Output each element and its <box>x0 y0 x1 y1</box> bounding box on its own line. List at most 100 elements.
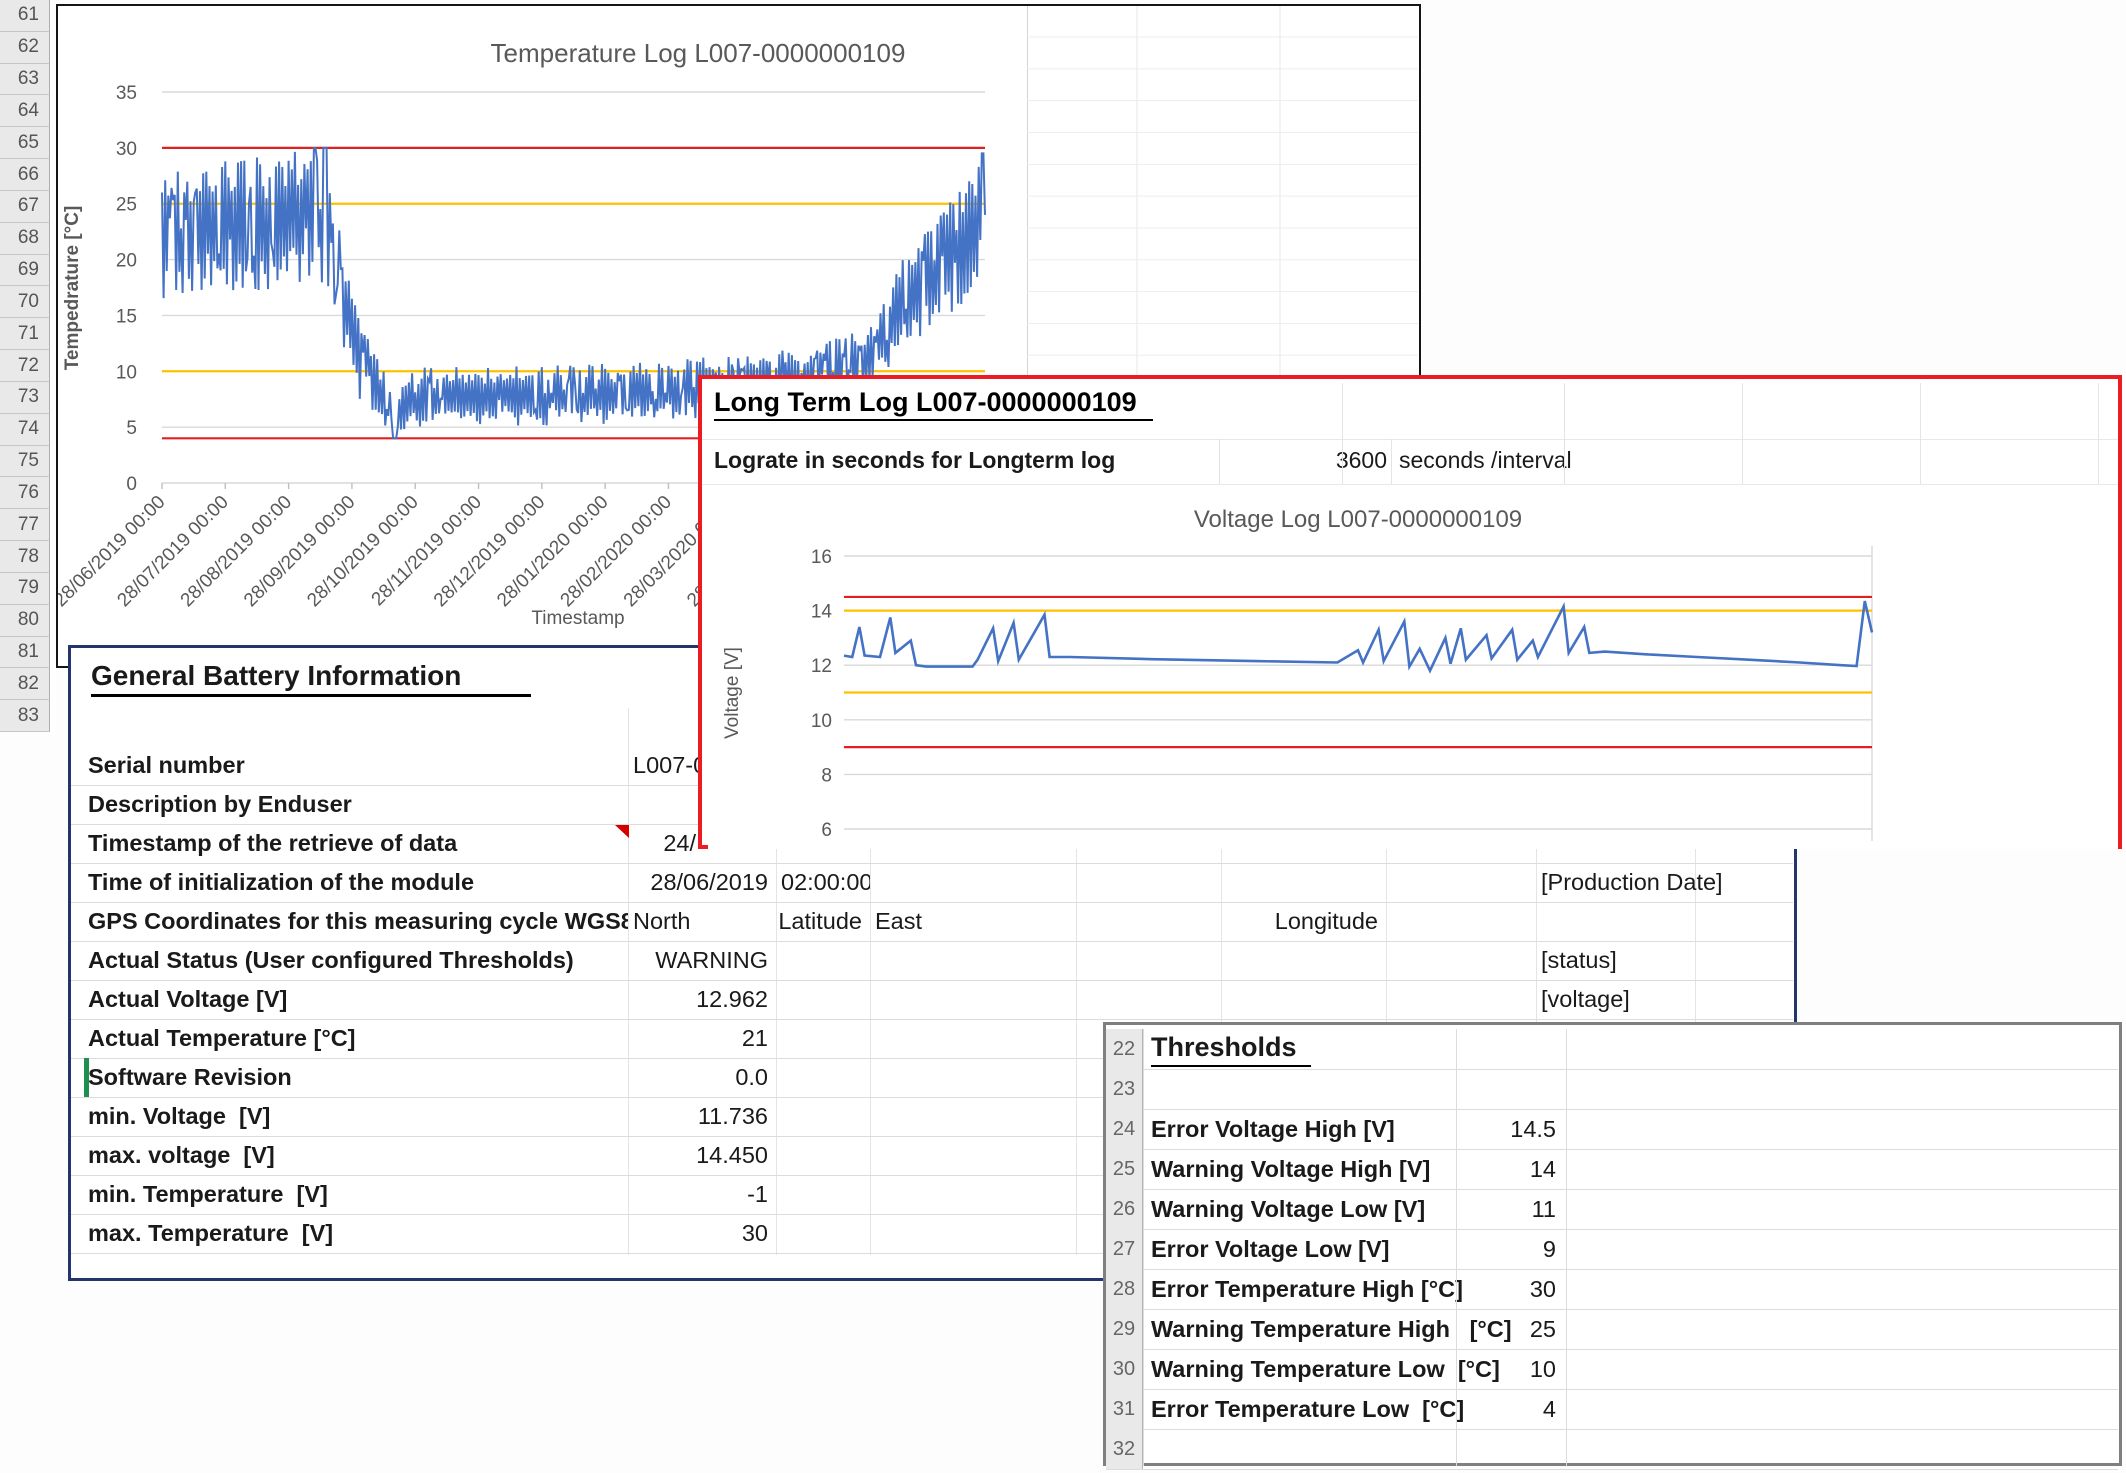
row-header-30[interactable]: 30 <box>1106 1349 1143 1389</box>
threshold-value[interactable]: 30 <box>1456 1269 1556 1309</box>
threshold-value[interactable]: 14 <box>1456 1149 1556 1189</box>
threshold-value[interactable]: 14.5 <box>1456 1109 1556 1149</box>
threshold-value[interactable]: 4 <box>1456 1389 1556 1429</box>
comment-indicator[interactable] <box>615 825 629 838</box>
battery-info-value[interactable]: 02:00:00 <box>776 863 870 902</box>
battery-info-value[interactable]: 24/ <box>628 824 704 863</box>
battery-info-value[interactable]: [status] <box>1536 941 1798 980</box>
row-header-62[interactable]: 62 <box>0 32 50 64</box>
battery-info-label[interactable]: Actual Voltage [V] <box>88 980 628 1019</box>
battery-info-label[interactable]: Time of initialization of the module <box>88 863 628 902</box>
row-header-28[interactable]: 28 <box>1106 1269 1143 1309</box>
battery-info-value[interactable]: [Production Date] <box>1536 863 1798 902</box>
threshold-value[interactable] <box>1456 1429 1556 1469</box>
row-header-69[interactable]: 69 <box>0 255 50 287</box>
battery-info-label[interactable]: Serial number <box>88 746 628 785</box>
battery-info-label[interactable]: Description by Enduser <box>88 785 628 824</box>
row-header-83[interactable]: 83 <box>0 700 50 732</box>
cell-gridline <box>1742 383 1743 484</box>
thresholds-title[interactable]: Thresholds <box>1151 1029 1451 1069</box>
row-header-22[interactable]: 22 <box>1106 1029 1143 1069</box>
battery-info-value[interactable]: 11.736 <box>628 1097 776 1136</box>
battery-info-value[interactable]: 14.450 <box>628 1136 776 1175</box>
threshold-label[interactable]: Error Temperature High [°C] <box>1151 1269 1451 1309</box>
battery-info-value[interactable]: Longitude <box>1221 902 1386 941</box>
battery-info-label[interactable]: min. Temperature [V] <box>88 1175 628 1214</box>
row-header-70[interactable]: 70 <box>0 286 50 318</box>
threshold-label[interactable]: Error Voltage High [V] <box>1151 1109 1451 1149</box>
battery-info-value[interactable]: East <box>870 902 1076 941</box>
battery-info-label[interactable]: GPS Coordinates for this measuring cycle… <box>88 902 628 941</box>
row-header-73[interactable]: 73 <box>0 382 50 414</box>
threshold-value[interactable] <box>1456 1069 1556 1109</box>
row-header-68[interactable]: 68 <box>0 223 50 255</box>
battery-info-label[interactable]: min. Voltage [V] <box>88 1097 628 1136</box>
row-header-79[interactable]: 79 <box>0 573 50 605</box>
battery-info-value[interactable]: 30 <box>628 1214 776 1253</box>
battery-info-label[interactable]: Actual Status (User configured Threshold… <box>88 941 628 980</box>
threshold-label[interactable]: Error Temperature Low [°C] <box>1151 1389 1451 1429</box>
row-header-23[interactable]: 23 <box>1106 1069 1143 1109</box>
long-term-log-title[interactable]: Long Term Log L007-0000000109 <box>714 387 1153 418</box>
threshold-value[interactable]: 9 <box>1456 1229 1556 1269</box>
row-header-80[interactable]: 80 <box>0 605 50 637</box>
row-header-65[interactable]: 65 <box>0 127 50 159</box>
row-header-61[interactable]: 61 <box>0 0 50 32</box>
row-header-72[interactable]: 72 <box>0 350 50 382</box>
cell-gridline <box>1219 439 1220 484</box>
threshold-label[interactable]: Warning Voltage Low [V] <box>1151 1189 1451 1229</box>
row-header-82[interactable]: 82 <box>0 668 50 700</box>
lograte-label-cell[interactable]: Lograte in seconds for Longterm log <box>714 447 1115 474</box>
row-header-63[interactable]: 63 <box>0 64 50 96</box>
row-header-24[interactable]: 24 <box>1106 1109 1143 1149</box>
row-header-32[interactable]: 32 <box>1106 1429 1143 1469</box>
row-header-64[interactable]: 64 <box>0 95 50 127</box>
threshold-value[interactable]: 10 <box>1456 1349 1556 1389</box>
battery-info-value[interactable]: 21 <box>628 1019 776 1058</box>
row-header-27[interactable]: 27 <box>1106 1229 1143 1269</box>
threshold-value[interactable]: 11 <box>1456 1189 1556 1229</box>
battery-info-label[interactable]: max. voltage [V] <box>88 1136 628 1175</box>
svg-text:28/09/2019 00:00: 28/09/2019 00:00 <box>240 492 359 611</box>
battery-info-label[interactable]: Software Revision <box>88 1058 628 1097</box>
lograte-unit-cell[interactable]: seconds /interval <box>1399 447 1572 474</box>
voltage-chart[interactable]: 6810121416Voltage [V]Voltage Log L007-00… <box>708 489 2118 849</box>
threshold-label[interactable] <box>1151 1429 1451 1469</box>
cell-gridline <box>1920 383 1921 484</box>
threshold-label[interactable]: Error Voltage Low [V] <box>1151 1229 1451 1269</box>
battery-info-value[interactable]: -1 <box>628 1175 776 1214</box>
row-header-78[interactable]: 78 <box>0 541 50 573</box>
battery-info-value[interactable]: WARNING <box>628 941 776 980</box>
thresholds-row: 24Error Voltage High [V]14.5 <box>1106 1109 2118 1150</box>
cell-gridline <box>1566 1029 1567 1466</box>
battery-info-label[interactable]: Timestamp of the retrieve of data <box>88 824 628 863</box>
threshold-label[interactable]: Warning Temperature Low [°C] <box>1151 1349 1451 1389</box>
battery-info-value[interactable]: 0.0 <box>628 1058 776 1097</box>
row-header-76[interactable]: 76 <box>0 477 50 509</box>
row-header-67[interactable]: 67 <box>0 191 50 223</box>
threshold-label[interactable] <box>1151 1069 1451 1109</box>
battery-info-title[interactable]: General Battery Information <box>91 660 531 692</box>
battery-info-value[interactable]: [voltage] <box>1536 980 1798 1019</box>
row-header-66[interactable]: 66 <box>0 159 50 191</box>
battery-info-label[interactable]: Actual Temperature [°C] <box>88 1019 628 1058</box>
row-header-75[interactable]: 75 <box>0 446 50 478</box>
battery-info-value[interactable]: 28/06/2019 <box>628 863 776 902</box>
battery-info-label[interactable]: max. Temperature [V] <box>88 1214 628 1253</box>
row-header-31[interactable]: 31 <box>1106 1389 1143 1429</box>
row-header-81[interactable]: 81 <box>0 637 50 669</box>
battery-info-value[interactable]: 12.962 <box>628 980 776 1019</box>
row-header-26[interactable]: 26 <box>1106 1189 1143 1229</box>
row-header-29[interactable]: 29 <box>1106 1309 1143 1349</box>
threshold-value[interactable]: 25 <box>1456 1309 1556 1349</box>
row-header-25[interactable]: 25 <box>1106 1149 1143 1189</box>
battery-info-value[interactable]: North <box>628 902 776 941</box>
threshold-label[interactable]: Warning Temperature High [°C] <box>1151 1309 1451 1349</box>
battery-info-value[interactable]: Latitude <box>776 902 870 941</box>
row-header-71[interactable]: 71 <box>0 318 50 350</box>
row-header-77[interactable]: 77 <box>0 509 50 541</box>
threshold-label[interactable]: Warning Voltage High [V] <box>1151 1149 1451 1189</box>
lograte-value-cell[interactable]: 3600 <box>1219 447 1387 474</box>
svg-text:20: 20 <box>116 251 137 272</box>
row-header-74[interactable]: 74 <box>0 414 50 446</box>
